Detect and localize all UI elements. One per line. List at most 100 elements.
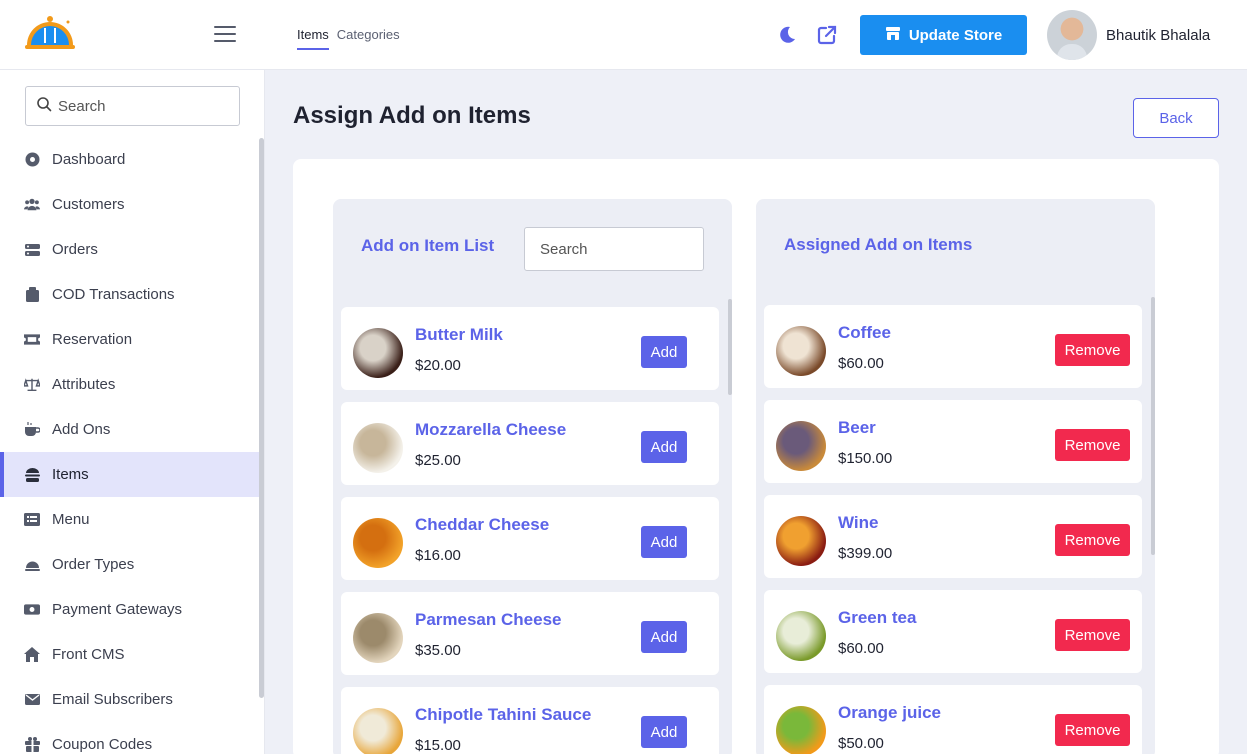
orders-icon [24, 242, 40, 258]
sidebar-item-coupon-codes[interactable]: Coupon Codes [0, 722, 259, 754]
store-icon [885, 25, 901, 45]
item-thumbnail [776, 611, 826, 661]
remove-button[interactable]: Remove [1055, 429, 1130, 461]
item-thumbnail [776, 516, 826, 566]
sidebar-item-items[interactable]: Items [0, 452, 259, 497]
list-scrollbar[interactable] [728, 299, 732, 395]
burger-icon [24, 467, 40, 483]
sidebar-item-label: Front CMS [52, 646, 125, 663]
sidebar-item-email-subscribers[interactable]: Email Subscribers [0, 677, 259, 722]
tab-categories[interactable]: Categories [337, 27, 400, 50]
back-button[interactable]: Back [1133, 98, 1219, 138]
gift-icon [24, 737, 40, 753]
logo-icon[interactable] [24, 14, 76, 54]
sidebar-item-attributes[interactable]: Attributes [0, 362, 259, 407]
list-item: Wine $399.00 Remove [764, 495, 1142, 578]
add-button[interactable]: Add [641, 336, 687, 368]
item-price: $60.00 [838, 355, 884, 372]
item-thumbnail [353, 613, 403, 663]
list-item: Coffee $60.00 Remove [764, 305, 1142, 388]
sidebar-item-label: Order Types [52, 556, 135, 573]
item-name: Beer [838, 418, 876, 437]
add-button[interactable]: Add [641, 526, 687, 558]
add-on-item-list-panel: Add on Item List Butter Milk $20.00 Add … [333, 199, 732, 754]
cloche-icon [24, 557, 40, 573]
sidebar-item-orders[interactable]: Orders [0, 227, 259, 272]
list-item: Beer $150.00 Remove [764, 400, 1142, 483]
cup-icon [24, 422, 40, 438]
item-thumbnail [353, 518, 403, 568]
mail-icon [24, 692, 40, 708]
item-price: $15.00 [415, 737, 461, 754]
item-name: Green tea [838, 608, 917, 627]
panel-title: Add on Item List [361, 236, 495, 255]
wallet-icon [24, 287, 40, 303]
item-name: Wine [838, 513, 879, 532]
avatar[interactable] [1047, 10, 1097, 60]
sidebar-item-label: COD Transactions [52, 286, 175, 303]
sidebar-item-label: Coupon Codes [52, 736, 153, 753]
remove-button[interactable]: Remove [1055, 714, 1130, 746]
sidebar-item-add-ons[interactable]: Add Ons [0, 407, 259, 452]
add-button[interactable]: Add [641, 431, 687, 463]
sidebar-item-label: Attributes [52, 376, 116, 393]
sidebar-item-label: Customers [52, 196, 125, 213]
add-button[interactable]: Add [641, 621, 687, 653]
item-name: Parmesan Cheese [415, 610, 562, 629]
update-store-label: Update Store [908, 26, 1003, 44]
item-price: $60.00 [838, 640, 884, 657]
sidebar-search [25, 86, 240, 126]
list-item: Chipotle Tahini Sauce $15.00 Add [341, 687, 719, 754]
sidebar-search-input[interactable] [58, 97, 228, 115]
home-icon [24, 647, 40, 663]
item-thumbnail [353, 328, 403, 378]
add-on-search-input[interactable] [524, 227, 704, 271]
item-price: $50.00 [838, 735, 884, 752]
add-button[interactable]: Add [641, 716, 687, 748]
item-thumbnail [353, 423, 403, 473]
item-price: $35.00 [415, 642, 461, 659]
sidebar-item-payment-gateways[interactable]: Payment Gateways [0, 587, 259, 632]
sidebar-item-reservation[interactable]: Reservation [0, 317, 259, 362]
item-thumbnail [776, 706, 826, 754]
list-scrollbar[interactable] [1151, 297, 1155, 555]
item-price: $16.00 [415, 547, 461, 564]
item-name: Cheddar Cheese [415, 515, 550, 534]
sidebar: Dashboard Customers Orders COD Transacti… [0, 70, 265, 754]
top-tabs: Items Categories [297, 27, 400, 50]
item-name: Butter Milk [415, 325, 503, 344]
update-store-button[interactable]: Update Store [860, 15, 1027, 55]
sidebar-item-order-types[interactable]: Order Types [0, 542, 259, 587]
list-item: Parmesan Cheese $35.00 Add [341, 592, 719, 675]
sidebar-item-label: Menu [52, 511, 90, 528]
sidebar-item-menu[interactable]: Menu [0, 497, 259, 542]
ticket-icon [24, 332, 40, 348]
dashboard-icon [24, 152, 40, 168]
menu-toggle-icon[interactable] [214, 26, 236, 44]
remove-button[interactable]: Remove [1055, 619, 1130, 651]
user-name[interactable]: Bhautik Bhalala [1106, 27, 1210, 44]
sidebar-item-dashboard[interactable]: Dashboard [0, 137, 259, 182]
remove-button[interactable]: Remove [1055, 334, 1130, 366]
sidebar-item-label: Reservation [52, 331, 133, 348]
dark-mode-icon[interactable] [776, 24, 798, 46]
item-name: Chipotle Tahini Sauce [415, 705, 592, 724]
item-price: $20.00 [415, 357, 461, 374]
sidebar-item-cod-transactions[interactable]: COD Transactions [0, 272, 259, 317]
sidebar-item-label: Email Subscribers [52, 691, 173, 708]
list-item: Orange juice $50.00 Remove [764, 685, 1142, 754]
item-name: Coffee [838, 323, 891, 342]
sidebar-scrollbar[interactable] [259, 138, 264, 698]
sidebar-item-front-cms[interactable]: Front CMS [0, 632, 259, 677]
page-title: Assign Add on Items [293, 102, 531, 129]
sidebar-item-customers[interactable]: Customers [0, 182, 259, 227]
remove-button[interactable]: Remove [1055, 524, 1130, 556]
item-name: Mozzarella Cheese [415, 420, 567, 439]
item-thumbnail [776, 326, 826, 376]
sidebar-item-label: Items [52, 466, 89, 483]
top-bar: Items Categories Update Store Bhautik Bh… [0, 0, 1247, 70]
panel-title: Assigned Add on Items [784, 235, 973, 254]
list-item: Butter Milk $20.00 Add [341, 307, 719, 390]
tab-items[interactable]: Items [297, 27, 329, 50]
external-link-icon[interactable] [816, 24, 838, 46]
